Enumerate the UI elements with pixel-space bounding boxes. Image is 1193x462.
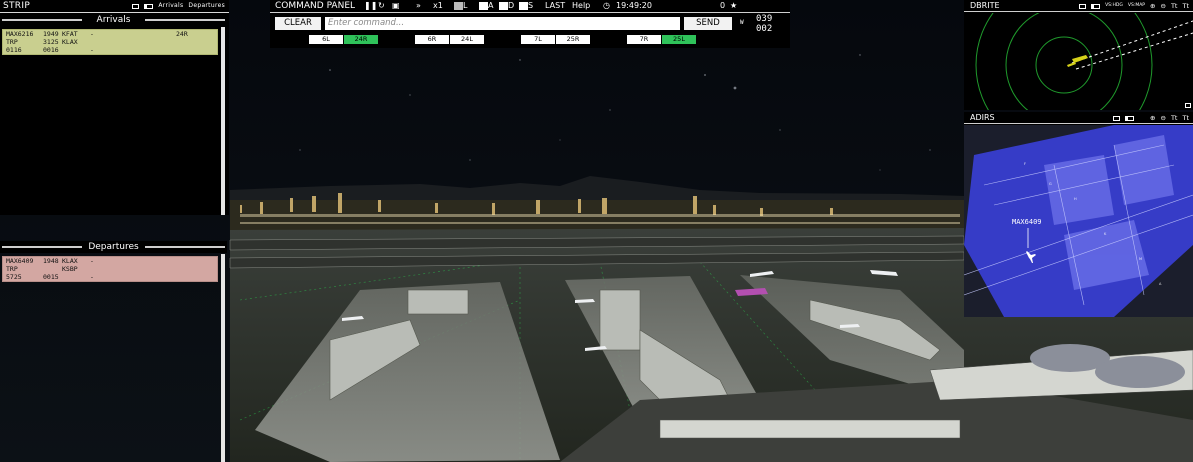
tab-departures[interactable]: Departures bbox=[188, 0, 225, 12]
arrivals-header-label: Arrivals bbox=[96, 15, 131, 25]
clock-icon: ◷ bbox=[603, 1, 610, 10]
departure-strip-max6409[interactable]: MAX6409 1948 KLAX - TRP KSBP 5725 0015 - bbox=[2, 256, 218, 282]
svg-text:G: G bbox=[1049, 182, 1052, 186]
radar-target-icon[interactable] bbox=[1067, 55, 1088, 67]
runway-25l-button[interactable]: 25L bbox=[662, 35, 696, 44]
minimize-icon[interactable] bbox=[1079, 3, 1087, 9]
pause-icon[interactable]: ❚❚ bbox=[364, 0, 377, 12]
mode-d-toggle[interactable]: D bbox=[498, 0, 514, 12]
minimize-icon[interactable] bbox=[1113, 115, 1121, 121]
mode-l-label: L bbox=[463, 1, 468, 10]
command-panel-title: COMMAND PANEL bbox=[275, 1, 356, 11]
command-panel: COMMAND PANEL ❚❚ ↻ ▣ » x1 L A D S LAST H… bbox=[270, 0, 790, 48]
strip-route: - bbox=[90, 257, 94, 265]
speed-label[interactable]: x1 bbox=[433, 0, 443, 12]
camera-icon[interactable]: ▣ bbox=[392, 0, 400, 12]
text-size-up-icon[interactable]: Tt bbox=[1171, 0, 1178, 12]
send-button[interactable]: SEND bbox=[684, 17, 732, 30]
help-button[interactable]: Help bbox=[572, 0, 590, 12]
adirs-panel: ADIRS ⊕ ⊖ Tt Tt FGH KMA MAX6409 bbox=[964, 112, 1193, 317]
runway-6r-button[interactable]: 6R bbox=[415, 35, 449, 44]
adirs-ground-map[interactable]: FGH KMA MAX6409 bbox=[964, 125, 1193, 317]
svg-text:H: H bbox=[1074, 197, 1077, 201]
fast-forward-button[interactable]: » bbox=[416, 0, 421, 12]
strip-panel: STRIP Arrivals Departures Arrivals MAX62… bbox=[0, 0, 229, 462]
runway-pair-6r-24l: 6R 24L bbox=[415, 35, 484, 44]
mode-a-label: A bbox=[488, 1, 494, 10]
mode-a-toggle[interactable]: A bbox=[478, 0, 493, 12]
popout-icon[interactable] bbox=[1091, 3, 1101, 9]
departures-scrollbar[interactable] bbox=[221, 254, 225, 462]
zoom-out-icon[interactable]: ⊖ bbox=[1160, 112, 1165, 124]
zoom-out-icon[interactable]: ⊖ bbox=[1160, 0, 1165, 12]
minimize-icon[interactable] bbox=[132, 3, 140, 9]
aircraft-callsign-label: MAX6409 bbox=[1012, 218, 1042, 226]
dbrite-title: DBRITE bbox=[970, 1, 1000, 10]
strip-route: - bbox=[90, 30, 94, 38]
star-icon: ★ bbox=[730, 1, 738, 10]
runway-24l-button[interactable]: 24L bbox=[450, 35, 484, 44]
arrivals-scrollbar[interactable] bbox=[221, 27, 225, 215]
departures-header-label: Departures bbox=[88, 242, 139, 252]
adirs-title-bar[interactable]: ADIRS ⊕ ⊖ Tt Tt bbox=[964, 112, 1193, 124]
popout-icon[interactable] bbox=[144, 3, 154, 9]
mode-s-label: S bbox=[528, 1, 534, 10]
runway-24r-button[interactable]: 24R bbox=[344, 35, 378, 44]
dbrite-title-bar[interactable]: DBRITE VS:HDG VS:MAP ⊕ ⊖ Tt Tt bbox=[964, 0, 1193, 12]
runway-7r-button[interactable]: 7R bbox=[627, 35, 661, 44]
strip-title: STRIP bbox=[3, 1, 31, 11]
runway-25r-button[interactable]: 25R bbox=[556, 35, 590, 44]
wind-direction: 039 bbox=[756, 14, 773, 24]
strip-squawk: 5725 bbox=[6, 272, 22, 281]
strip-destination: KSBP bbox=[62, 264, 78, 273]
strip-title-bar[interactable]: STRIP Arrivals Departures bbox=[0, 0, 229, 13]
command-toolbar: COMMAND PANEL ❚❚ ↻ ▣ » x1 L A D S LAST H… bbox=[270, 0, 790, 13]
vs-hdg-toggle[interactable]: VS:HDG bbox=[1105, 0, 1123, 12]
strip-destination: KLAX bbox=[62, 37, 78, 46]
strip-eta: 0015 bbox=[43, 272, 59, 281]
vs-map-toggle[interactable]: VS:MAP bbox=[1128, 0, 1145, 12]
dbrite-radar-scope[interactable] bbox=[964, 13, 1193, 110]
mode-s-toggle[interactable]: S bbox=[518, 0, 533, 12]
popout-icon[interactable] bbox=[1125, 115, 1135, 121]
sim-clock: 19:49:20 bbox=[616, 1, 652, 10]
runway-pair-7l-25r: 7L 25R bbox=[521, 35, 590, 44]
wind-speed: 002 bbox=[756, 24, 773, 34]
text-size-down-icon[interactable]: Tt bbox=[1182, 0, 1189, 12]
tab-arrivals[interactable]: Arrivals bbox=[158, 0, 183, 12]
text-size-down-icon[interactable]: Tt bbox=[1182, 112, 1189, 124]
mode-l-toggle[interactable]: L bbox=[453, 0, 467, 12]
strip-eta: 0016 bbox=[43, 45, 59, 54]
runway-7l-button[interactable]: 7L bbox=[521, 35, 555, 44]
departures-header: Departures bbox=[0, 241, 227, 253]
command-input[interactable]: Enter command... bbox=[325, 17, 680, 30]
runway-pair-7r-25l: 7R 25L bbox=[627, 35, 696, 44]
svg-text:M: M bbox=[1139, 257, 1142, 261]
strip-remarks: - bbox=[90, 272, 94, 281]
restart-icon[interactable]: ↻ bbox=[378, 0, 385, 12]
strip-time: 1948 bbox=[43, 257, 59, 265]
adirs-title: ADIRS bbox=[970, 113, 995, 122]
clear-button[interactable]: CLEAR bbox=[275, 17, 321, 30]
strip-squawk: 0116 bbox=[6, 45, 22, 54]
arrival-strip-max6216[interactable]: MAX6216 1949 KFAT - 24R TRP 3125 KLAX 01… bbox=[2, 29, 218, 55]
arrivals-header: Arrivals bbox=[0, 14, 227, 26]
last-button[interactable]: LAST bbox=[545, 0, 565, 12]
zoom-in-icon[interactable]: ⊕ bbox=[1150, 0, 1155, 12]
strip-remarks: - bbox=[90, 45, 94, 54]
svg-text:F: F bbox=[1024, 162, 1026, 166]
runway-pair-6l-24r: 6L 24R bbox=[309, 35, 378, 44]
text-size-up-icon[interactable]: Tt bbox=[1171, 112, 1178, 124]
resize-handle[interactable] bbox=[1185, 103, 1191, 108]
zoom-in-icon[interactable]: ⊕ bbox=[1150, 112, 1155, 124]
score-value: 0 bbox=[720, 1, 726, 10]
wind-label: W bbox=[740, 19, 744, 26]
strip-runway: 24R bbox=[176, 30, 188, 38]
dbrite-panel: DBRITE VS:HDG VS:MAP ⊕ ⊖ Tt Tt bbox=[964, 0, 1193, 110]
mode-d-label: D bbox=[508, 1, 515, 10]
runway-6l-button[interactable]: 6L bbox=[309, 35, 343, 44]
wind-readout: 039 002 bbox=[756, 14, 772, 34]
